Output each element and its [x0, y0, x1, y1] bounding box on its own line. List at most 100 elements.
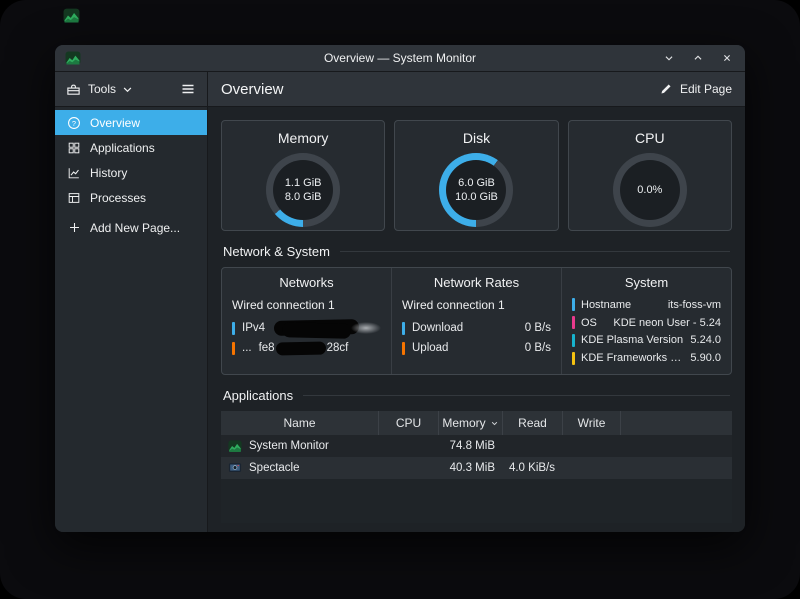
network-system-section-title: Network & System [223, 244, 330, 259]
column-header-label: Name [283, 416, 315, 430]
applications-section-title: Applications [223, 388, 293, 403]
column-header-label: CPU [396, 416, 421, 430]
hostname-color-bar [572, 298, 575, 311]
pencil-icon [659, 82, 673, 96]
process-read: 4.0 KiB/s [503, 462, 563, 474]
network-system-section-header: Network & System [223, 244, 730, 259]
window-controls [661, 50, 735, 66]
sort-descending-icon [490, 419, 499, 428]
os-row: OS KDE neon User - 5.24 [572, 314, 721, 332]
redaction-scribble [275, 341, 325, 355]
system-column: System Hostname its-foss-vm OS KDE neon … [561, 268, 731, 374]
sidebar-item-label: History [90, 166, 127, 180]
download-value: 0 B/s [525, 322, 551, 334]
system-title: System [572, 275, 721, 290]
process-name: System Monitor [249, 440, 329, 452]
hostname-value: its-foss-vm [668, 299, 721, 311]
ipv6-row: ... fe8 28cf [232, 338, 381, 358]
window-title: Overview — System Monitor [55, 51, 745, 65]
sidebar-item-overview[interactable]: ? Overview [55, 110, 207, 135]
sidebar-item-label: Overview [90, 116, 140, 130]
plasma-version-value: 5.24.0 [690, 334, 721, 346]
svg-text:?: ? [72, 118, 76, 127]
grid-icon [67, 141, 81, 155]
download-row: Download 0 B/s [402, 318, 551, 338]
frameworks-version-value: 5.90.0 [690, 352, 721, 364]
sidebar: Tools ? Overview [55, 72, 208, 532]
sidebar-page-list: ? Overview Applications [55, 107, 207, 240]
column-header-read[interactable]: Read [503, 411, 563, 435]
question-circle-icon: ? [67, 116, 81, 130]
sidebar-item-add-new-page[interactable]: Add New Page... [55, 215, 207, 240]
download-label: Download [412, 322, 463, 334]
page-header: Overview Edit Page [208, 72, 745, 107]
applications-table: Name CPU Memory Read Writ [221, 411, 732, 523]
section-divider [340, 251, 730, 252]
main-area: Overview Edit Page Memory 1.1 GiB [208, 72, 745, 532]
section-divider [303, 395, 730, 396]
memory-card: Memory 1.1 GiB 8.0 GiB [221, 120, 385, 231]
upload-row: Upload 0 B/s [402, 338, 551, 358]
system-monitor-panel-icon[interactable] [63, 7, 80, 24]
column-header-name[interactable]: Name [221, 411, 379, 435]
column-header-label: Memory [442, 416, 485, 430]
edit-page-button[interactable]: Edit Page [659, 82, 732, 96]
plus-icon [68, 221, 81, 234]
disk-total-value: 10.0 GiB [455, 190, 498, 204]
disk-card-title: Disk [463, 130, 490, 146]
chevron-down-icon [123, 85, 132, 94]
sidebar-item-label: Add New Page... [90, 221, 180, 235]
redacted-ipv6-address: fe8 28cf [259, 342, 349, 355]
toolbox-icon [66, 82, 81, 97]
redaction-scribble [282, 322, 351, 339]
column-header-memory[interactable]: Memory [439, 411, 503, 435]
memory-card-title: Memory [278, 130, 329, 146]
download-color-bar [402, 322, 405, 335]
hostname-label: Hostname [581, 299, 631, 311]
plasma-version-color-bar [572, 334, 575, 347]
disk-used-value: 6.0 GiB [458, 176, 495, 190]
frameworks-version-color-bar [572, 352, 575, 365]
close-button[interactable] [719, 50, 735, 66]
column-header-write[interactable]: Write [563, 411, 621, 435]
window-titlebar[interactable]: Overview — System Monitor [55, 45, 745, 72]
table-row-spectacle[interactable]: Spectacle 40.3 MiB 4.0 KiB/s [221, 457, 732, 479]
ipv4-row: IPv4 [232, 318, 381, 338]
column-header-label: Write [578, 416, 606, 430]
hamburger-menu-button[interactable] [180, 81, 196, 97]
redaction-smudge [351, 322, 381, 334]
disk-gauge: 6.0 GiB 10.0 GiB [439, 153, 513, 227]
sidebar-item-applications[interactable]: Applications [55, 135, 207, 160]
os-label: OS [581, 317, 597, 329]
cpu-card-title: CPU [635, 130, 665, 146]
ipv6-suffix: 28cf [327, 342, 349, 354]
sidebar-item-label: Applications [90, 141, 155, 155]
ipv6-prefix: fe8 [259, 342, 275, 354]
chevron-up-icon [691, 51, 705, 65]
sidebar-item-history[interactable]: History [55, 160, 207, 185]
applications-section-header: Applications [223, 388, 730, 403]
networks-title: Networks [232, 275, 381, 290]
frameworks-version-label: KDE Frameworks Ve... [581, 352, 684, 364]
network-rates-connection-name: Wired connection 1 [402, 298, 551, 312]
memory-used-value: 1.1 GiB [285, 176, 322, 190]
sidebar-item-processes[interactable]: Processes [55, 185, 207, 210]
networks-connection-name: Wired connection 1 [232, 298, 381, 312]
minimize-button[interactable] [661, 50, 677, 66]
ipv4-color-bar [232, 322, 235, 335]
process-memory: 74.8 MiB [439, 440, 503, 452]
network-rates-column: Network Rates Wired connection 1 Downloa… [391, 268, 561, 374]
upload-label: Upload [412, 342, 448, 354]
column-header-cpu[interactable]: CPU [379, 411, 439, 435]
table-row-system-monitor[interactable]: System Monitor 74.8 MiB [221, 435, 732, 457]
upload-color-bar [402, 342, 405, 355]
cpu-gauge: 0.0% [613, 153, 687, 227]
network-rates-title: Network Rates [402, 275, 551, 290]
maximize-button[interactable] [690, 50, 706, 66]
line-chart-icon [67, 166, 81, 180]
memory-gauge: 1.1 GiB 8.0 GiB [266, 153, 340, 227]
tools-menu-button[interactable]: Tools [66, 82, 132, 97]
memory-total-value: 8.0 GiB [285, 190, 322, 204]
process-name: Spectacle [249, 462, 300, 474]
plasma-version-label: KDE Plasma Version [581, 334, 683, 346]
